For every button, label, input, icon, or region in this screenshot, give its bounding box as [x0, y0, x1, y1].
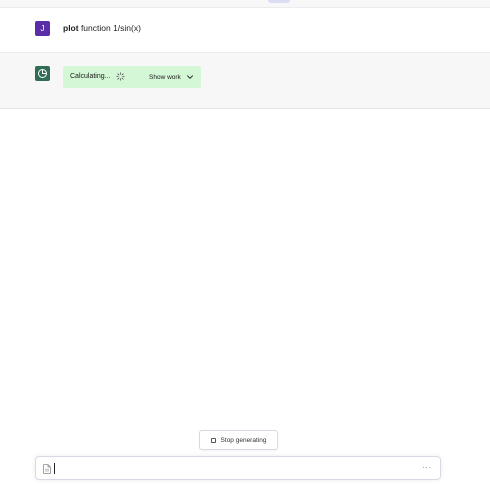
chat-app: J plot function 1/sin(x) Calculating... — [0, 0, 490, 484]
prompt-input[interactable] — [53, 461, 413, 476]
chevron-down-icon — [186, 75, 193, 79]
document-icon[interactable] — [43, 464, 51, 474]
user-message-row: J plot function 1/sin(x) — [0, 8, 490, 53]
user-message-keyword: plot — [63, 23, 79, 33]
stop-generating-label: Stop generating — [220, 436, 267, 444]
assistant-logo-icon — [38, 69, 47, 78]
user-message: plot function 1/sin(x) — [63, 23, 141, 33]
calculation-status-box: Calculating... Show work — [63, 66, 201, 88]
assistant-avatar — [35, 66, 50, 81]
calculating-label: Calculating... — [70, 73, 111, 80]
more-options-icon[interactable]: ··· — [420, 461, 434, 475]
top-tab-indicator[interactable] — [268, 0, 290, 3]
top-strip — [0, 0, 490, 8]
user-message-rest: function 1/sin(x) — [78, 23, 141, 33]
show-work-label: Show work — [149, 73, 181, 81]
assistant-message-row: Calculating... Show work — [0, 53, 490, 109]
spinner-icon — [116, 72, 125, 81]
stop-generating-button[interactable]: Stop generating — [199, 430, 278, 450]
text-caret — [54, 463, 55, 474]
show-work-button[interactable]: Show work — [149, 72, 194, 82]
composer: ··· — [35, 456, 441, 480]
stop-icon — [210, 437, 216, 443]
user-avatar: J — [35, 21, 50, 36]
